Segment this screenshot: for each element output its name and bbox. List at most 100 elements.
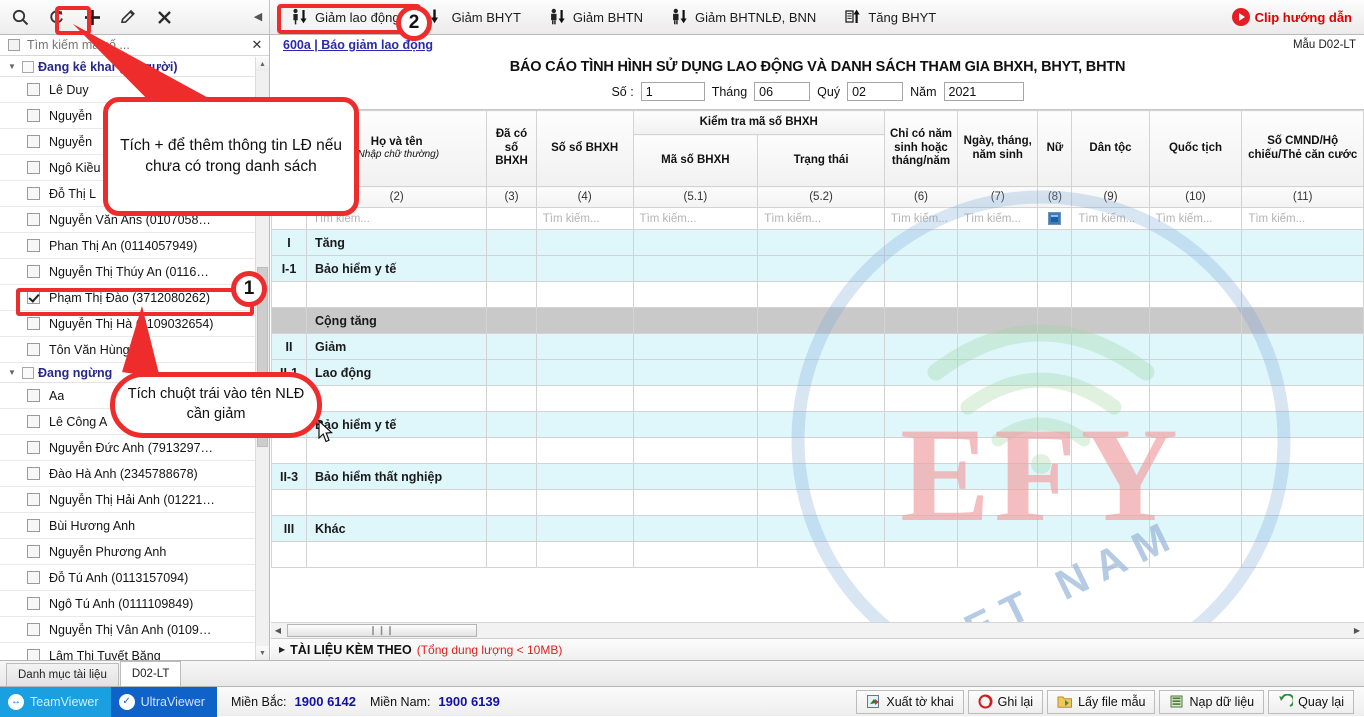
cell[interactable]: [535, 437, 634, 464]
cell[interactable]: [1148, 281, 1243, 308]
filter-ngay-sinh[interactable]: Tìm kiếm...: [957, 207, 1039, 230]
tab-giam-bhtn[interactable]: Giảm BHTN: [536, 2, 656, 32]
cell[interactable]: [486, 229, 537, 256]
cell[interactable]: [1241, 333, 1364, 360]
cell[interactable]: [1148, 541, 1243, 568]
col-so-so-bhxh[interactable]: Số sổ BHXH: [535, 110, 634, 187]
cell[interactable]: [1148, 255, 1243, 282]
document-link[interactable]: 600a | Báo giảm lao động: [283, 38, 433, 52]
cell[interactable]: [1148, 385, 1243, 412]
cell[interactable]: [883, 359, 959, 386]
cell[interactable]: [1071, 385, 1150, 412]
xuat-to-khai-button[interactable]: Xuất tờ khai: [856, 689, 964, 714]
list-item-selected[interactable]: Phạm Thị Đào (3712080262): [0, 285, 256, 311]
delete-icon[interactable]: [149, 3, 179, 31]
cell[interactable]: [1071, 281, 1150, 308]
table-row[interactable]: [271, 489, 1364, 516]
scrollbar-thumb[interactable]: [257, 267, 268, 447]
item-checkbox[interactable]: [27, 135, 40, 148]
table-row[interactable]: [271, 385, 1364, 412]
cell[interactable]: [1037, 463, 1073, 490]
cell[interactable]: [632, 281, 759, 308]
cell[interactable]: [1241, 437, 1364, 464]
search-icon[interactable]: [5, 3, 35, 31]
table-row[interactable]: II-2 Bảo hiểm y tế: [271, 411, 1364, 438]
cell[interactable]: [1037, 385, 1073, 412]
table-row[interactable]: III Khác: [271, 515, 1364, 542]
cell[interactable]: [757, 255, 885, 282]
cell[interactable]: [535, 515, 634, 542]
tab-tang-bhyt[interactable]: Tăng BHYT: [831, 2, 949, 32]
list-item[interactable]: Đào Hà Anh (2345788678): [0, 461, 256, 487]
tab-giam-lao-dong[interactable]: Giảm lao động: [278, 2, 413, 32]
cell[interactable]: [1148, 463, 1243, 490]
item-checkbox[interactable]: [27, 83, 40, 96]
cell[interactable]: [535, 359, 634, 386]
cell[interactable]: [1037, 255, 1073, 282]
cell[interactable]: [632, 489, 759, 516]
cell[interactable]: [1071, 515, 1150, 542]
col-ngay-thang-nam-sinh[interactable]: Ngày, tháng, năm sinh: [957, 110, 1039, 187]
list-item[interactable]: Lâm Thị Tuyết Băng: [0, 643, 256, 660]
edit-icon[interactable]: [113, 3, 143, 31]
clip-huong-dan-button[interactable]: Clip hướng dẫn: [1231, 8, 1352, 26]
list-item[interactable]: Lê Công A: [0, 409, 256, 435]
cell[interactable]: [1241, 255, 1364, 282]
list-item[interactable]: Nguyễn Phương Anh: [0, 539, 256, 565]
add-icon[interactable]: [77, 3, 107, 31]
cell[interactable]: [1148, 515, 1243, 542]
item-checkbox[interactable]: [27, 545, 40, 558]
clear-search-icon[interactable]: ✕: [247, 37, 267, 53]
cell[interactable]: [1071, 541, 1150, 568]
list-item[interactable]: Nguyễn: [0, 129, 256, 155]
cell[interactable]: [757, 489, 885, 516]
filter-chi-co-nam-sinh[interactable]: Tìm kiếm...: [883, 207, 959, 230]
cell[interactable]: [632, 255, 759, 282]
cell[interactable]: [883, 281, 959, 308]
item-checkbox[interactable]: [27, 265, 40, 278]
col-quoc-tich[interactable]: Quốc tịch: [1148, 110, 1243, 187]
cell[interactable]: [957, 541, 1039, 568]
table-row[interactable]: [271, 281, 1364, 308]
cell[interactable]: [632, 333, 759, 360]
cell[interactable]: [486, 489, 537, 516]
list-item[interactable]: Ngô Kiều: [0, 155, 256, 181]
tab-danh-muc-tai-lieu[interactable]: Danh mục tài liệu: [6, 663, 119, 686]
nam-field[interactable]: [943, 82, 1024, 101]
cell[interactable]: [486, 385, 537, 412]
cell[interactable]: [535, 255, 634, 282]
ultraviewer-button[interactable]: ✓ UltraViewer: [110, 686, 217, 717]
cell[interactable]: [957, 515, 1039, 542]
cell[interactable]: [486, 411, 537, 438]
cell[interactable]: [1241, 281, 1364, 308]
item-checkbox[interactable]: [27, 649, 40, 660]
cell[interactable]: [957, 255, 1039, 282]
tab-giam-bhtnld-bnn[interactable]: Giảm BHTNLĐ, BNN: [658, 2, 829, 32]
table-row[interactable]: I-1 Bảo hiểm y tế: [271, 255, 1364, 282]
quay-lai-button[interactable]: Quay lại: [1268, 689, 1354, 714]
item-checkbox[interactable]: [27, 597, 40, 610]
col-dan-toc[interactable]: Dân tộc: [1071, 110, 1150, 187]
item-checkbox[interactable]: [27, 493, 40, 506]
cell[interactable]: [535, 385, 634, 412]
cell[interactable]: [757, 229, 885, 256]
list-item[interactable]: Tôn Văn Hùng: [0, 337, 256, 363]
cell[interactable]: [1148, 359, 1243, 386]
cell[interactable]: [535, 333, 634, 360]
cell[interactable]: [1241, 229, 1364, 256]
item-checkbox[interactable]: [27, 389, 40, 402]
cell[interactable]: [486, 541, 537, 568]
col-da-co-so-bhxh[interactable]: Đã có số BHXH: [486, 110, 537, 187]
cell[interactable]: [486, 463, 537, 490]
cell[interactable]: [632, 463, 759, 490]
table-row[interactable]: II Giảm: [271, 333, 1364, 360]
checkbox-icon[interactable]: [1048, 212, 1062, 225]
cell[interactable]: [957, 437, 1039, 464]
cell[interactable]: [1071, 359, 1150, 386]
table-row[interactable]: I Tăng: [271, 229, 1364, 256]
cell[interactable]: [1071, 411, 1150, 438]
list-item[interactable]: Lê Duy: [0, 77, 256, 103]
col-ho-va-ten[interactable]: Họ và tên (Nhập chữ thường): [306, 110, 488, 187]
table-row[interactable]: [271, 437, 1364, 464]
cell[interactable]: [757, 463, 885, 490]
